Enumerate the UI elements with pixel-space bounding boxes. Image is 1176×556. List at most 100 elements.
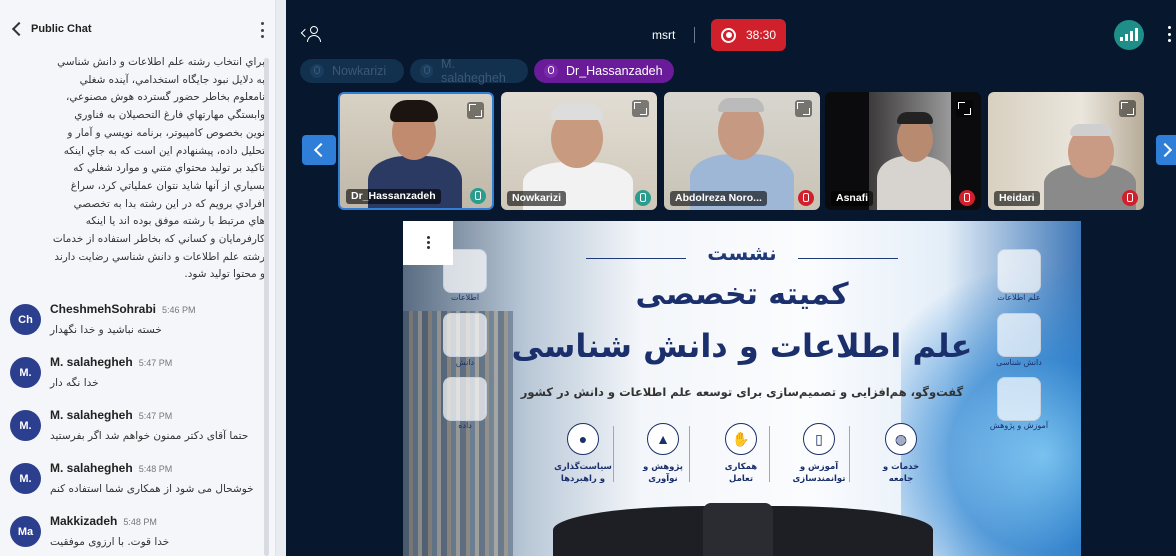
message-author: M. salahegheh 5:47 PM <box>50 355 172 369</box>
slide-options-button[interactable] <box>403 221 453 265</box>
microphone-icon <box>470 188 486 204</box>
record-icon <box>721 27 736 43</box>
speaker-name: Dr_Hassanzadeh <box>566 64 663 78</box>
feature-item: ● سیاست‌گذاری و راهبردها <box>553 423 613 485</box>
video-tile[interactable]: Dr_Hassanzadeh <box>338 92 494 210</box>
message-time: 5:48 PM <box>138 464 173 474</box>
panel-divider[interactable] <box>276 0 286 556</box>
globe-icon: ◍ <box>885 423 917 455</box>
icon-label: آموزش و پژوهش <box>989 421 1049 430</box>
message-line: رشته علم اطلاعات و دانش شناسي رضايت دارن… <box>54 250 265 263</box>
message-author: CheshmehSohrabi 5:46 PM <box>50 302 196 316</box>
presentation-slide: نشست کمیته تخصصی علم اطلاعات و دانش شناس… <box>403 221 1081 556</box>
message-text: خدا نگه دار <box>50 377 99 389</box>
recording-time: 38:30 <box>746 28 777 42</box>
message-author: Makkizadeh 5:48 PM <box>50 514 157 528</box>
avatar: M. <box>10 463 41 494</box>
message-time: 5:47 PM <box>138 411 173 421</box>
talking-indicator[interactable]: M. salahegheh <box>410 57 528 85</box>
message-text: خدا قوت. با ارزوی موفقیت <box>50 536 170 548</box>
more-options-icon[interactable] <box>259 22 265 38</box>
message-author: M. salahegheh 5:48 PM <box>50 461 172 475</box>
participant-name[interactable]: Heidari <box>994 191 1040 206</box>
author-name: M. salahegheh <box>50 408 133 422</box>
feature-label: پژوهش و نوآوری <box>643 462 683 484</box>
avatar: M. <box>10 357 41 388</box>
feature-item: ◍ خدمات و جامعه <box>871 423 931 485</box>
participant-name[interactable]: Dr_Hassanzadeh <box>346 189 441 204</box>
expand-icon[interactable] <box>956 100 973 117</box>
chat-panel: Public Chat براي انتخاب رشته علم اطلاعات… <box>0 0 276 556</box>
participant-name[interactable]: Nowkarizi <box>507 191 567 206</box>
expand-icon[interactable] <box>632 100 649 117</box>
connection-status-icon[interactable] <box>1114 20 1144 50</box>
message-line: تاكيد بر توليد محتواي متني و موارد شغلي … <box>73 162 265 175</box>
chair <box>703 503 773 556</box>
feature-label: سیاست‌گذاری و راهبردها <box>554 462 612 484</box>
message-time: 5:46 PM <box>162 305 196 315</box>
slide-title: کمیته تخصصی <box>635 277 849 312</box>
icon-label: علم اطلاعات <box>997 293 1041 302</box>
video-tile[interactable]: Nowkarizi <box>501 92 657 210</box>
divider <box>849 426 850 482</box>
chat-message: Ma Makkizadeh 5:48 PM خدا قوت. با ارزوی م… <box>10 514 266 556</box>
talking-indicator[interactable]: Dr_Hassanzadeh <box>534 59 674 83</box>
avatar: Ma <box>10 516 41 547</box>
feature-label: همکاری تعامل <box>724 462 758 484</box>
talking-indicator[interactable]: Nowkarizi <box>300 59 404 83</box>
feature-item: ▯ آموزش و توانمندسازی <box>789 423 849 485</box>
divider <box>613 426 614 482</box>
handshake-icon: ✋ <box>725 423 757 455</box>
chat-message: M. M. salahegheh 5:47 PM خدا نگه دار <box>10 355 266 403</box>
next-page-button[interactable] <box>1156 135 1176 165</box>
network-icon <box>443 313 487 357</box>
expand-icon[interactable] <box>467 102 484 119</box>
previous-page-button[interactable] <box>302 135 336 165</box>
video-tile[interactable]: Abdolreza Noro... <box>664 92 820 210</box>
message-line: بسياري از آنها شايد نتوان عملياتي كرد، س… <box>70 179 265 192</box>
people-icon: ● <box>567 423 599 455</box>
message-text: خسته نباشيد و خدا نگهدار <box>50 324 162 336</box>
avatar: Ch <box>10 304 41 335</box>
slide-subtitle: گفت‌وگو، هم‌افزایی و تصمیم‌سازی برای توس… <box>520 385 964 399</box>
slide-title: علم اطلاعات و دانش شناسی <box>511 327 973 365</box>
message-line: افرادي برويم كه در اين رشته بدا به تخصصي <box>73 197 265 210</box>
more-options-icon[interactable] <box>1166 26 1172 42</box>
graduation-cap-icon <box>997 377 1041 421</box>
expand-icon[interactable] <box>1119 100 1136 117</box>
microphone-icon <box>544 64 558 78</box>
participant-name[interactable]: Asnafi <box>831 191 874 206</box>
avatar: M. <box>10 410 41 441</box>
user-list-toggle-icon[interactable] <box>300 24 322 44</box>
expand-icon[interactable] <box>795 100 812 117</box>
message-text: خوشحال می شود از همکاری شما استفاده کنم <box>50 483 254 495</box>
microphone-icon <box>420 64 434 78</box>
chart-icon: ▲ <box>647 423 679 455</box>
message-line: نوين بخصوص كامپيوتر، برنامه نويسي و آمار… <box>67 126 265 139</box>
chat-message: Ch CheshmehSohrabi 5:46 PM خسته نباشيد و … <box>10 302 266 350</box>
chevron-left-icon[interactable] <box>10 22 24 36</box>
chat-scrollbar[interactable] <box>264 58 269 556</box>
author-name: M. salahegheh <box>50 355 133 369</box>
speaker-name: M. salahegheh <box>441 57 506 85</box>
previous-message: براي انتخاب رشته علم اطلاعات و دانش شناس… <box>47 54 265 284</box>
message-line: به دلايل نبود جايگاه استخدامي، آينده شغل… <box>79 73 265 86</box>
meeting-name: msrt <box>652 28 676 42</box>
feature-label: خدمات و جامعه <box>882 462 920 484</box>
participant-name[interactable]: Abdolreza Noro... <box>670 191 767 206</box>
message-line: تحليل داده، پيشنهادم اين است كه به جاي ا… <box>63 144 265 157</box>
video-tile[interactable]: Heidari <box>988 92 1144 210</box>
open-book-icon <box>997 249 1041 293</box>
recording-button[interactable]: 38:30 <box>711 19 786 51</box>
icon-label: دانش <box>455 358 475 367</box>
microphone-off-icon <box>798 190 814 206</box>
message-line: كارفرمايان و كساني كه بخاطر استفاده از خ… <box>52 233 265 246</box>
author-name: Makkizadeh <box>50 514 118 528</box>
book-icon: ▯ <box>803 423 835 455</box>
brain-icon <box>997 313 1041 357</box>
video-tile[interactable]: Asnafi <box>825 92 981 210</box>
slide-kicker: نشست <box>707 241 777 265</box>
message-line: نامعلوم بخاطر حضور گسترده هوش مصنوعي، <box>66 91 265 104</box>
author-name: M. salahegheh <box>50 461 133 475</box>
message-time: 5:48 PM <box>123 517 157 527</box>
